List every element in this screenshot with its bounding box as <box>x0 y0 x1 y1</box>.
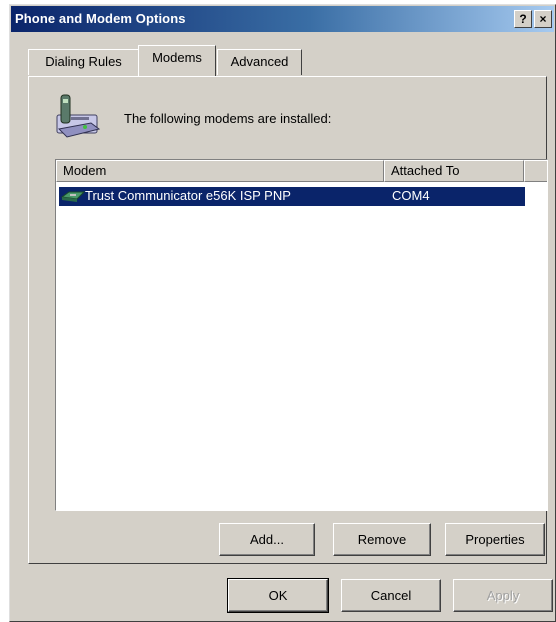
column-header-modem[interactable]: Modem <box>56 160 384 182</box>
modem-icon <box>61 191 85 202</box>
title-bar[interactable]: Phone and Modem Options ? × <box>11 6 554 32</box>
listview-header: Modem Attached To <box>56 160 547 182</box>
tab-advanced[interactable]: Advanced <box>217 49 302 75</box>
column-header-filler <box>524 160 547 182</box>
modem-name: Trust Communicator e56K ISP PNP <box>85 188 291 203</box>
modem-port: COM4 <box>392 188 430 203</box>
tab-dialing-rules[interactable]: Dialing Rules <box>28 49 139 75</box>
ok-button[interactable]: OK <box>227 578 329 613</box>
intro-label: The following modems are installed: <box>124 111 332 126</box>
close-button[interactable]: × <box>534 10 552 28</box>
apply-button[interactable]: Apply <box>453 579 553 612</box>
help-button[interactable]: ? <box>514 10 532 28</box>
modems-tab-panel: The following modems are installed: Mode… <box>28 76 548 564</box>
phone-modem-icon <box>56 94 101 138</box>
remove-button[interactable]: Remove <box>333 523 431 556</box>
list-item[interactable]: Trust Communicator e56K ISP PNP COM4 <box>59 187 525 206</box>
modems-listview[interactable]: Modem Attached To Trust Communicator e56… <box>55 159 548 511</box>
column-header-attached-to[interactable]: Attached To <box>384 160 524 182</box>
add-button[interactable]: Add... <box>219 523 315 556</box>
window-title: Phone and Modem Options <box>15 11 186 26</box>
properties-button[interactable]: Properties <box>445 523 545 556</box>
phone-and-modem-options-dialog: Phone and Modem Options ? × Dialing Rule… <box>9 4 556 622</box>
tab-modems[interactable]: Modems <box>138 45 216 76</box>
cancel-button[interactable]: Cancel <box>341 579 441 612</box>
